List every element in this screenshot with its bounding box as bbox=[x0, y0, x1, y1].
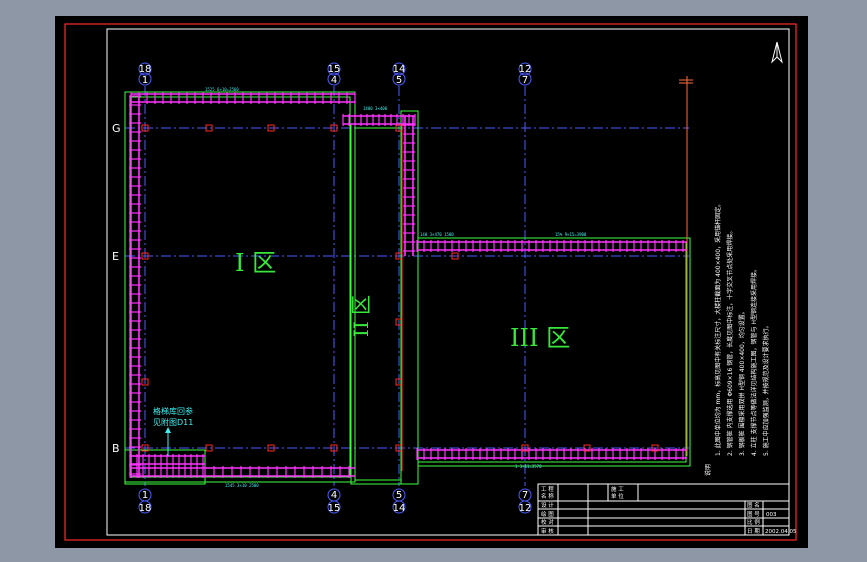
cad-drawing-canvas[interactable]: 18 1 15 4 14 5 12 7 1 18 4 15 5 14 7 12 … bbox=[55, 16, 808, 548]
axis-bottom-4a: 7 bbox=[522, 490, 528, 501]
tb-date: 2002.04.05 bbox=[765, 529, 797, 535]
zone-2-label: II 区 bbox=[349, 295, 373, 337]
tb-r3-1: 图 号 bbox=[747, 510, 760, 518]
dimension-texts: 1525 6×10=2560 1400 3×400 15% 9×15=3900 … bbox=[205, 87, 587, 488]
axis-top-3b: 5 bbox=[396, 75, 402, 86]
svg-text:1545 3×10 2500: 1545 3×10 2500 bbox=[225, 483, 259, 488]
axis-bottom-1a: 1 bbox=[142, 490, 148, 501]
svg-text:140 3×470 1500: 140 3×470 1500 bbox=[420, 232, 454, 237]
axis-grid bbox=[125, 86, 689, 486]
note-2: 2. 钢管桩 内支撑选用 Φ609×16 钢管，长度见图中标注，十字交叉节点处采… bbox=[726, 228, 734, 456]
axis-labels-left: G E B bbox=[112, 122, 121, 455]
note-1: 1. 此图中单位均为 mm，标高见图中有关标注尺寸，大楼柱截面为 400×400… bbox=[714, 201, 722, 456]
zone-1-label: I 区 bbox=[235, 249, 276, 277]
notes-title: 说明 bbox=[704, 464, 712, 476]
steel-supports bbox=[129, 92, 687, 478]
svg-text:15% 9×15=3900: 15% 9×15=3900 bbox=[555, 232, 587, 237]
axis-bottom-1b: 18 bbox=[139, 503, 152, 514]
tb-r1-3: 单 位 bbox=[611, 492, 624, 500]
pit-outlines bbox=[124, 91, 691, 485]
tb-r2-2: 校 对 bbox=[541, 518, 554, 526]
axis-left-e: E bbox=[112, 250, 119, 263]
axis-top-2b: 4 bbox=[331, 75, 337, 86]
svg-text:1400 3×400: 1400 3×400 bbox=[363, 106, 388, 111]
axis-top-4a: 12 bbox=[519, 64, 532, 75]
tb-r2-1: 绘 图 bbox=[541, 510, 554, 518]
zone-3-label: III 区 bbox=[510, 324, 570, 352]
tb-r1-2: 施 工 bbox=[611, 485, 624, 493]
axis-bottom-2b: 15 bbox=[328, 503, 341, 514]
tb-r1-0: 工 程 bbox=[541, 485, 554, 493]
title-block: 工 程 名 称 施 工 单 位 设 计 绘 图 校 对 审 核 图 名 图 号 … bbox=[537, 483, 797, 536]
axis-top-1a: 18 bbox=[139, 64, 152, 75]
axis-top-3a: 14 bbox=[393, 64, 406, 75]
notes-block: 说明 1. 此图中单位均为 mm，标高见图中有关标注尺寸，大楼柱截面为 400×… bbox=[704, 201, 770, 476]
axis-top-4b: 7 bbox=[522, 75, 528, 86]
axis-bottom-3a: 5 bbox=[396, 490, 402, 501]
tb-r2-3: 审 核 bbox=[541, 527, 554, 535]
axis-top-2a: 15 bbox=[328, 64, 341, 75]
tb-drawing-no: 003 bbox=[766, 512, 777, 518]
annotation-line-2: 见附图D11 bbox=[153, 417, 193, 427]
note-5: 5. 施工中应加强监测，并按规范及设计要求执行。 bbox=[762, 322, 770, 456]
axis-bottom-2a: 4 bbox=[331, 490, 337, 501]
axis-left-g: G bbox=[112, 122, 121, 135]
svg-text:1 3×11=3570: 1 3×11=3570 bbox=[515, 464, 542, 469]
tb-r3-2: 比 例 bbox=[747, 518, 760, 526]
annotation-line-1: 格梯库回参 bbox=[153, 406, 193, 416]
arrow-up-icon bbox=[165, 427, 171, 456]
note-3: 3. 钢板桩 围檩采用双拼 H型钢 400×400，均匀设置。 bbox=[738, 308, 746, 456]
note-4: 4. 立柱 支撑节点等做法详见结构施工图，钢管与 H型钢连接采用焊接。 bbox=[750, 266, 758, 456]
application-window: 18 1 15 4 14 5 12 7 1 18 4 15 5 14 7 12 … bbox=[0, 0, 867, 562]
tb-r3-0: 图 名 bbox=[747, 501, 760, 509]
column-markers bbox=[141, 124, 659, 452]
axis-labels-top: 18 1 15 4 14 5 12 7 bbox=[138, 62, 532, 86]
tb-r3-3: 日 期 bbox=[747, 528, 760, 535]
tb-r2-0: 设 计 bbox=[541, 501, 554, 509]
drawing-svg: 18 1 15 4 14 5 12 7 1 18 4 15 5 14 7 12 … bbox=[64, 23, 797, 541]
axis-left-b: B bbox=[112, 442, 120, 455]
axis-bottom-3b: 14 bbox=[393, 503, 406, 514]
north-arrow-icon bbox=[771, 41, 783, 64]
axis-labels-bottom: 1 18 4 15 5 14 7 12 bbox=[138, 488, 532, 514]
axis-top-1b: 1 bbox=[142, 75, 148, 86]
svg-text:1525 6×10=2560: 1525 6×10=2560 bbox=[205, 87, 239, 92]
tb-r1-1: 名 称 bbox=[541, 492, 554, 500]
axis-bottom-4b: 12 bbox=[519, 503, 532, 514]
